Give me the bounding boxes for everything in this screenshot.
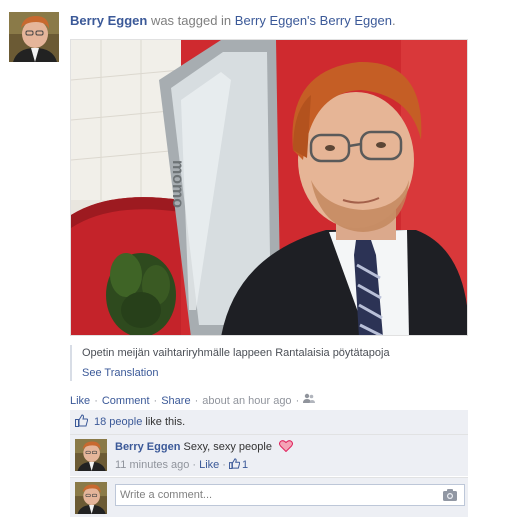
likes-text: 18 people like this.	[94, 416, 185, 428]
comment-author-link[interactable]: Berry Eggen	[115, 441, 180, 453]
comment-text: Sexy, sexy people	[183, 441, 272, 453]
separator-dot: ·	[153, 394, 158, 407]
feed-story: Berry Eggen was tagged in Berry Eggen's …	[0, 0, 508, 525]
album-name-link[interactable]: Berry Eggen	[320, 13, 392, 28]
friends-icon[interactable]	[303, 393, 316, 408]
share-link[interactable]: Share	[161, 394, 190, 408]
comment-item: Berry Eggen Sexy, sexy people 11 minutes…	[70, 434, 468, 476]
see-translation-link[interactable]: See Translation	[82, 365, 158, 381]
caption-text: Opetin meijän vaihtariryhmälle lappeen R…	[82, 347, 390, 359]
comment-composer	[70, 477, 468, 517]
separator-dot: ·	[222, 459, 226, 471]
camera-icon[interactable]	[442, 488, 458, 502]
story-photo[interactable]: momo	[70, 39, 468, 336]
svg-text:momo: momo	[169, 160, 186, 208]
likes-suffix: like this.	[145, 416, 186, 428]
album-owner-link[interactable]: Berry Eggen's	[235, 13, 316, 28]
comment-timestamp[interactable]: 11 minutes ago	[115, 459, 189, 471]
likes-count-link[interactable]: 18 people	[94, 416, 142, 428]
comment-input[interactable]	[115, 484, 465, 506]
separator-dot: ·	[192, 459, 197, 471]
actor-name-link[interactable]: Berry Eggen	[70, 13, 147, 28]
comment-meta: 11 minutes ago · Like · 1	[115, 458, 248, 472]
photo-caption: Opetin meijän vaihtariryhmälle lappeen R…	[70, 345, 468, 381]
comment-like-link[interactable]: Like	[199, 459, 219, 471]
separator-dot: ·	[194, 394, 199, 407]
separator-dot: ·	[94, 394, 98, 407]
comment-body: Berry Eggen Sexy, sexy people	[115, 440, 294, 454]
viewer-avatar[interactable]	[75, 482, 107, 514]
comment-like-icon[interactable]	[228, 458, 241, 472]
story-timestamp[interactable]: about an hour ago	[202, 394, 291, 408]
like-link[interactable]: Like	[70, 394, 90, 408]
headline-period: .	[391, 13, 396, 28]
story-actions: Like · Comment · Share · about an hour a…	[70, 393, 316, 408]
separator-dot: ·	[295, 394, 300, 407]
comment-link[interactable]: Comment	[102, 394, 150, 408]
actor-avatar[interactable]	[9, 12, 59, 62]
heart-icon	[279, 440, 294, 453]
headline-verb: was tagged in	[150, 13, 232, 28]
thumbs-up-icon	[75, 414, 89, 430]
story-headline: Berry Eggen was tagged in Berry Eggen's …	[70, 13, 396, 29]
comment-like-count[interactable]: 1	[242, 459, 248, 471]
likes-summary: 18 people like this.	[70, 410, 468, 434]
commenter-avatar[interactable]	[75, 439, 107, 471]
